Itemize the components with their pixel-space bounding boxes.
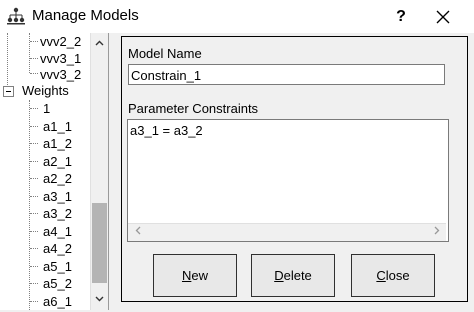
close-icon xyxy=(436,10,450,24)
scroll-down-arrow-icon[interactable] xyxy=(91,291,108,308)
tree-line xyxy=(7,33,8,91)
new-label-rest: ew xyxy=(191,268,208,283)
tree-connector xyxy=(30,178,38,179)
tree-item[interactable]: a3_1 xyxy=(43,188,72,205)
model-name-input[interactable]: Constrain_1 xyxy=(128,64,445,85)
close-window-button[interactable] xyxy=(426,4,460,29)
tree-connector xyxy=(30,283,38,284)
tree-connector xyxy=(30,301,38,302)
tree-line xyxy=(29,100,30,310)
new-button[interactable]: New xyxy=(153,254,237,297)
tree-item[interactable]: a1_2 xyxy=(43,135,72,152)
tree-item[interactable]: a2_2 xyxy=(43,170,72,187)
tree-scrollbar[interactable] xyxy=(90,33,108,310)
tree-item[interactable]: a5_2 xyxy=(43,275,72,292)
scroll-left-arrow-icon[interactable] xyxy=(129,224,146,241)
tree-line xyxy=(29,33,30,73)
model-name-label-text: Model Name xyxy=(128,46,202,61)
scroll-up-arrow-icon[interactable] xyxy=(91,35,108,52)
tree-connector xyxy=(30,231,38,232)
delete-mnemonic: D xyxy=(274,268,284,283)
tree-item-weights[interactable]: Weights xyxy=(22,82,69,99)
scrollbar-thumb[interactable] xyxy=(92,203,107,283)
scroll-right-arrow-icon[interactable] xyxy=(428,224,445,241)
tree-connector xyxy=(30,108,38,109)
collapse-toggle-icon[interactable] xyxy=(3,86,14,97)
constraints-horizontal-scrollbar[interactable] xyxy=(128,223,446,241)
parameter-constraints-textarea[interactable]: a3_1 = a3_2 xyxy=(127,119,449,242)
parameter-constraints-label: Parameter Constraints xyxy=(128,101,258,116)
tree-connector xyxy=(30,266,38,267)
close-button[interactable]: Close xyxy=(351,254,435,297)
close-mnemonic: C xyxy=(376,268,386,283)
tree-connector xyxy=(30,58,38,59)
tree-connector xyxy=(30,143,38,144)
constraint-text: a3_1 = a3_2 xyxy=(130,123,203,138)
title-bar: Manage Models ? xyxy=(0,0,474,33)
tree-connector xyxy=(30,161,38,162)
tree-connector xyxy=(30,73,38,74)
tree-connector xyxy=(30,41,38,42)
delete-button[interactable]: Delete xyxy=(251,254,335,297)
tree-item-vvv3-2[interactable]: vvv3_2 xyxy=(40,66,81,83)
tree-item[interactable]: a2_1 xyxy=(43,153,72,170)
tree-connector xyxy=(30,126,38,127)
tree-item[interactable]: a3_2 xyxy=(43,205,72,222)
model-name-label: Model Name xyxy=(128,46,202,61)
delete-label-rest: elete xyxy=(283,268,312,283)
close-label-rest: lose xyxy=(385,268,410,283)
tree-item[interactable]: a1_1 xyxy=(43,118,72,135)
parameter-constraints-label-text: Parameter Constraints xyxy=(128,101,259,116)
tree-connector xyxy=(30,213,38,214)
tree-connector xyxy=(30,196,38,197)
tree-item[interactable]: 1 xyxy=(43,100,50,117)
tree-item[interactable]: a5_1 xyxy=(43,258,72,275)
tree-item[interactable]: a4_2 xyxy=(43,240,72,257)
new-mnemonic: N xyxy=(181,268,192,283)
tree-item[interactable]: a6_1 xyxy=(43,293,72,310)
tree-item[interactable]: a4_1 xyxy=(43,223,72,240)
help-button[interactable]: ? xyxy=(384,4,418,29)
window-title: Manage Models xyxy=(32,7,139,24)
tree-item-vvv3-1[interactable]: vvv3_1 xyxy=(40,50,81,67)
tree-item-vvv2-2[interactable]: vvv2_2 xyxy=(40,33,81,50)
model-tree-icon xyxy=(7,7,25,25)
tree-connector xyxy=(30,248,38,249)
